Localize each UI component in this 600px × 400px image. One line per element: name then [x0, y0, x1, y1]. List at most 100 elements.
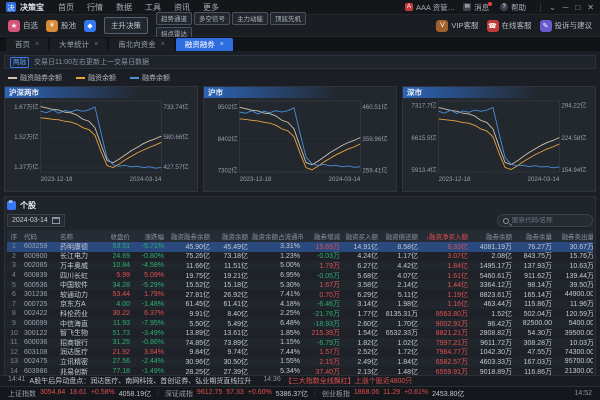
column-header[interactable]: 融券余额 [471, 231, 515, 241]
online-service-button[interactable]: ☎ 在线客服 [487, 20, 532, 32]
legend-item[interactable]: 融资融券余额 [8, 73, 62, 83]
tab-close-icon[interactable]: × [161, 41, 165, 48]
table-cell: 15.69万 [303, 242, 343, 252]
table-row[interactable]: 5600536中国软件34.28-5.29%15.52亿15.18亿5.30%1… [7, 280, 593, 290]
table-cell: 11.66亿 [167, 261, 213, 271]
table-cell: 1.70亿 [381, 319, 421, 329]
index-quote-深证成指[interactable]: 深证成指9612.7557.33+0.60%5386.37亿 [165, 389, 308, 399]
table-row[interactable]: 2600900长江电力24.69-0.80%75.26亿73.18亿1.23%-… [7, 252, 593, 262]
main-rise-decision-button[interactable]: 主升决策 [104, 17, 148, 34]
column-header[interactable]: 融资买入额 [343, 231, 381, 241]
messages-label: 消息 [474, 2, 489, 13]
table-cell: 15.76万 [555, 251, 593, 261]
table-cell: 4.42亿 [381, 261, 421, 271]
table-row[interactable]: 7000725京东方A4.00-1.48%61.45亿61.41亿4.18%-6… [7, 300, 593, 310]
column-header[interactable]: 融资余额占流通市值比 [251, 231, 303, 241]
strategy-button[interactable]: 顶底先机 [270, 12, 306, 25]
table-cell: 39.50万 [555, 280, 593, 290]
feedback-button[interactable]: ✎ 投诉与建议 [540, 20, 593, 32]
column-header[interactable]: 融券余量 [515, 231, 555, 241]
favorites-button[interactable]: ★ 自选 [8, 20, 38, 32]
column-header[interactable]: 融资余额 [213, 231, 251, 241]
strategy-button[interactable]: 趋势通道 [156, 12, 192, 25]
strategy-button[interactable]: 主力动能 [232, 12, 268, 25]
column-header[interactable]: 代码 [23, 231, 59, 241]
table-cell: -0.86% [133, 339, 167, 346]
table-cell: 6559.91万 [421, 367, 471, 375]
tab-close-icon[interactable]: × [94, 41, 98, 48]
messages-button[interactable]: ✉ 消息 [463, 2, 492, 13]
gem-icon[interactable]: ◆ [84, 20, 96, 32]
column-header[interactable]: 名称 [59, 231, 101, 241]
table-cell: 5.30% [251, 282, 303, 289]
legend-item[interactable]: 融资余额 [76, 73, 116, 83]
column-header[interactable]: ↓融资净买入额 [421, 231, 471, 241]
column-header[interactable]: 融资偿还额 [381, 231, 421, 241]
menu-item[interactable]: 首页 [58, 2, 74, 13]
search-box[interactable] [497, 214, 593, 227]
date-picker[interactable]: 2024-03-14 [7, 214, 65, 227]
legend-label: 融资融券余额 [20, 73, 62, 83]
tab-融资融券[interactable]: 融资融券× [176, 38, 233, 51]
index-pct: +0.58% [91, 389, 115, 399]
index-quote-创业板指[interactable]: 创业板指1868.0611.29+0.61%2453.80亿 [322, 389, 465, 399]
table-cell: 15.52亿 [167, 280, 213, 290]
menu-item[interactable]: 行情 [87, 2, 103, 13]
column-header[interactable]: 融券卖出量 [555, 231, 593, 241]
ticker-text: A股午后异动盘点：润达医疗、南网科技、首创证券、弘业期货直线拉升 [30, 376, 252, 386]
table-cell: 1.98亿 [381, 299, 421, 309]
table-cell: 139.44万 [555, 271, 593, 281]
close-button[interactable]: ✕ [587, 3, 594, 12]
table-row[interactable]: 4600839四川长虹5.995.09%19.75亿19.21亿6.95%-0.… [7, 271, 593, 281]
table-cell: 74.85亿 [167, 338, 213, 348]
table-cell: 1.67万 [303, 280, 343, 290]
table-cell: 53.51 [101, 243, 133, 250]
minimize-button[interactable]: ─ [563, 3, 569, 12]
status-time: 14:52 [574, 390, 592, 397]
column-header[interactable]: 涨跌幅 [133, 231, 167, 241]
ticker-item[interactable]: 14:41A股午后异动盘点：润达医疗、南网科技、首创证券、弘业期货直线拉升 [8, 376, 251, 386]
tab-南北向资金[interactable]: 南北向资金× [109, 38, 174, 51]
maximize-button[interactable]: □ [575, 3, 580, 12]
table-cell: 301236 [23, 291, 59, 298]
table-row[interactable]: 14603986兆易创新77.18-1.49%28.25亿27.39亿5.34%… [7, 367, 593, 375]
message-envelope-icon: ✉ [463, 3, 471, 11]
table-row[interactable]: 11600036招商银行31.25-0.86%74.85亿73.89亿1.15%… [7, 338, 593, 348]
table-row[interactable]: 9000099中信海直11.93-7.95%5.50亿5.49亿6.48%-18… [7, 319, 593, 329]
column-header[interactable]: 序 [7, 231, 23, 241]
legend-item[interactable]: 融券余额 [130, 73, 170, 83]
index-quote-上证指数[interactable]: 上证指数3054.6418.61+0.58%4058.19亿 [8, 389, 151, 399]
table-row[interactable]: 6301236软通动力53.441.79%27.81亿26.92亿7.41%0.… [7, 290, 593, 300]
ticker-item[interactable]: 14:36【三大指数全线飘红】上涨个股近4800只 [263, 376, 412, 386]
stocks-table: 序代码名称收盘价涨跌幅融资融券余额融资余额融资余额占流通市值比融券增减融资买入额… [7, 230, 593, 375]
help-button[interactable]: ? 帮助 [500, 2, 526, 13]
table-cell: 47.55万 [515, 347, 555, 357]
tab-首页[interactable]: 首页× [6, 38, 48, 51]
strategy-button[interactable]: 多空信号 [194, 12, 230, 25]
vip-service-button[interactable]: V VIP客服 [436, 20, 478, 32]
table-cell: 19.75亿 [167, 271, 213, 281]
account-button[interactable]: A AAA 资管… [405, 2, 455, 13]
table-cell: 73.89亿 [213, 338, 251, 348]
tab-close-icon[interactable]: × [220, 41, 224, 48]
column-header[interactable]: 融券增减 [303, 231, 343, 241]
stock-pool-button[interactable]: ¥ 股池 [46, 20, 76, 32]
menu-item[interactable]: 数据 [116, 2, 132, 13]
tab-大单统计[interactable]: 大单统计× [50, 38, 107, 51]
table-cell: 82500.00 [515, 320, 555, 327]
table-cell: 9 [7, 320, 23, 327]
table-row[interactable]: 12603108润达医疗21.923.64%9.84亿9.74亿7.44%1.5… [7, 348, 593, 358]
index-quotes: 上证指数3054.6418.61+0.58%4058.19亿|深证成指9612.… [8, 389, 464, 399]
tab-close-icon[interactable]: × [35, 41, 39, 48]
table-row[interactable]: 1603259药明康德53.51-5.71%45.90亿45.49亿3.31%1… [7, 242, 593, 252]
table-cell: 9002.91万 [421, 319, 471, 329]
table-row[interactable]: 8002422科伦药业30.226.37%9.91亿8.40亿2.25%-21.… [7, 309, 593, 319]
column-header[interactable]: 收盘价 [101, 231, 133, 241]
column-header[interactable]: 融资融券余额 [167, 231, 213, 241]
collapse-button[interactable]: ⌄ [549, 3, 556, 12]
table-row[interactable]: 3002085万丰奥威10.84-4.58%11.66亿11.51亿5.00%1… [7, 261, 593, 271]
table-cell: 95700.00 [555, 358, 593, 365]
table-row[interactable]: 13002475立讯精密27.56-2.44%30.96亿30.50亿1.55%… [7, 357, 593, 367]
table-row[interactable]: 10300122智飞生物51.73-3.49%13.89亿13.61亿1.85%… [7, 328, 593, 338]
search-input[interactable] [512, 217, 586, 224]
